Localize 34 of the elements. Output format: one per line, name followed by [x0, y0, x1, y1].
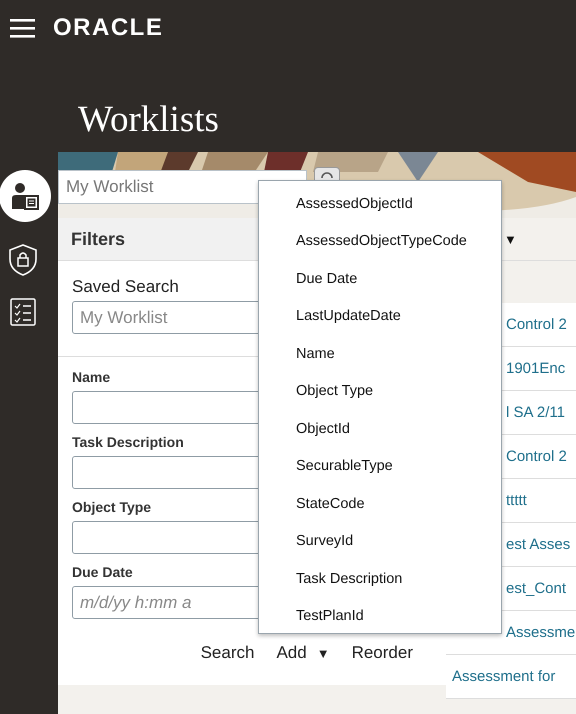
result-row[interactable]: Assessment for: [446, 655, 576, 699]
user-avatar-icon[interactable]: [0, 170, 51, 222]
result-link[interactable]: Assessment for: [452, 668, 556, 685]
action-button[interactable]: Reorder: [352, 641, 413, 665]
result-link[interactable]: Assessme: [506, 624, 576, 641]
logo: ORACLE: [53, 14, 164, 42]
field-label: Name: [72, 369, 110, 385]
checklist-icon[interactable]: [10, 298, 36, 326]
menu-item[interactable]: Object Type: [259, 372, 501, 410]
filters-title: Filters: [71, 228, 126, 250]
field-label: Task Description: [72, 434, 184, 450]
page-title: Worklists: [78, 101, 220, 138]
sort-arrow-icon[interactable]: ▼: [504, 232, 517, 246]
menu-item[interactable]: ObjectId: [259, 410, 501, 448]
menu-item[interactable]: AssessedObjectTypeCode: [259, 222, 501, 260]
field-label: Due Date: [72, 564, 133, 580]
menu-icon[interactable]: [10, 18, 35, 38]
result-link[interactable]: l SA 2/11: [506, 404, 565, 421]
field-label: Object Type: [72, 499, 152, 515]
shield-lock-icon[interactable]: [9, 244, 37, 276]
menu-item[interactable]: SurveyId: [259, 522, 501, 560]
menu-item[interactable]: Due Date: [259, 260, 501, 298]
result-link[interactable]: est Asses: [506, 536, 570, 553]
menu-item[interactable]: StateCode: [259, 485, 501, 522]
field-label: Saved Search: [72, 277, 179, 297]
action-button[interactable]: Search: [200, 641, 254, 665]
result-link[interactable]: Control 2: [506, 448, 567, 465]
menu-item[interactable]: SecurableType: [259, 448, 501, 485]
result-link[interactable]: ttttt: [506, 492, 527, 509]
menu-item[interactable]: Name: [259, 335, 501, 372]
result-link[interactable]: est_Cont: [506, 580, 566, 597]
add-dropdown-button[interactable]: Add ▼: [276, 641, 330, 665]
result-link[interactable]: 1901Enc: [506, 360, 566, 377]
result-link[interactable]: Control 2: [506, 316, 567, 333]
